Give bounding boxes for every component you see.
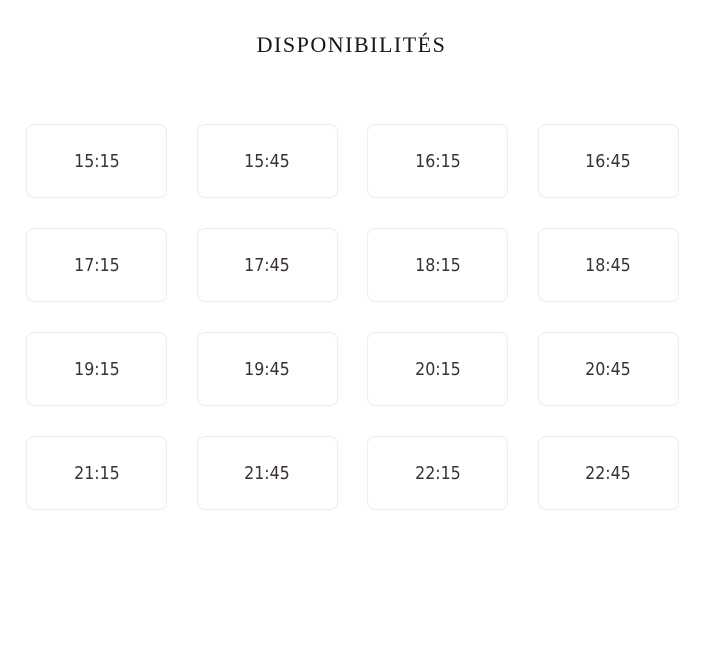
time-slot-label: 17:15 bbox=[73, 254, 120, 276]
time-slot-label: 19:15 bbox=[73, 358, 120, 380]
time-slot-grid: 15:15 15:45 16:15 16:45 17:15 17:45 18:1… bbox=[26, 124, 679, 510]
time-slot-button[interactable]: 15:15 bbox=[26, 124, 167, 198]
time-slot-button[interactable]: 17:15 bbox=[26, 228, 167, 302]
time-slot-button[interactable]: 21:15 bbox=[26, 436, 167, 510]
time-slot-button[interactable]: 20:45 bbox=[537, 332, 679, 406]
time-slot-label: 17:45 bbox=[244, 254, 290, 276]
time-slot-button[interactable]: 15:45 bbox=[196, 124, 338, 198]
time-slot-label: 22:15 bbox=[414, 462, 461, 484]
time-slot-button[interactable]: 20:15 bbox=[367, 332, 509, 406]
time-slot-button[interactable]: 21:45 bbox=[196, 436, 338, 510]
time-slot-label: 20:15 bbox=[414, 358, 461, 380]
time-slot-label: 21:45 bbox=[244, 462, 290, 484]
time-slot-button[interactable]: 19:15 bbox=[26, 332, 167, 406]
time-slot-button[interactable]: 22:15 bbox=[367, 436, 509, 510]
time-slot-button[interactable]: 19:45 bbox=[196, 332, 338, 406]
time-slot-button[interactable]: 17:45 bbox=[196, 228, 338, 302]
time-slot-button[interactable]: 16:15 bbox=[367, 124, 509, 198]
time-slot-button[interactable]: 16:45 bbox=[537, 124, 679, 198]
time-slot-label: 16:45 bbox=[585, 150, 632, 172]
time-slot-label: 20:45 bbox=[585, 358, 632, 380]
time-slot-label: 15:15 bbox=[73, 150, 120, 172]
time-slot-label: 18:15 bbox=[414, 254, 461, 276]
time-slot-label: 18:45 bbox=[585, 254, 632, 276]
time-slot-button[interactable]: 18:45 bbox=[537, 228, 679, 302]
availability-heading: DISPONIBILITÉS bbox=[256, 32, 447, 57]
time-slot-label: 22:45 bbox=[585, 462, 632, 484]
time-slot-button[interactable]: 22:45 bbox=[537, 436, 679, 510]
time-slot-label: 21:15 bbox=[73, 462, 120, 484]
time-slot-label: 19:45 bbox=[244, 358, 290, 380]
time-slot-label: 15:45 bbox=[244, 150, 290, 172]
time-slot-label: 16:15 bbox=[414, 150, 461, 172]
time-slot-button[interactable]: 18:15 bbox=[367, 228, 509, 302]
